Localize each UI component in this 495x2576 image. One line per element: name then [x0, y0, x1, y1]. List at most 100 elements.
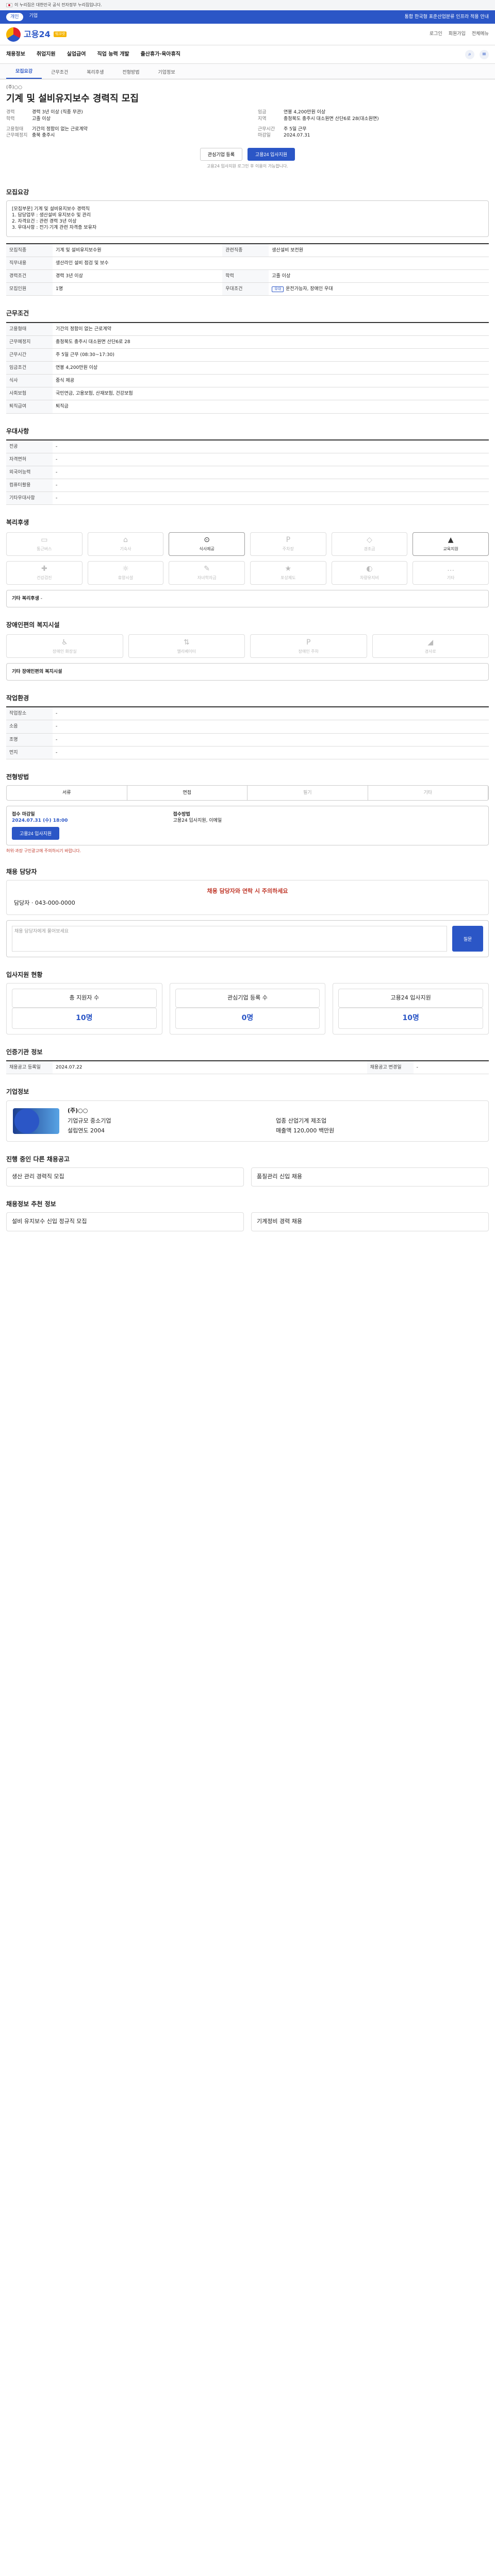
label-workplace: 근무예정지	[6, 132, 28, 138]
related-card[interactable]: 설비 유지보수 신입 정규직 모집	[6, 1212, 244, 1232]
menu-icon[interactable]: ≡	[480, 49, 489, 59]
welfare-label: 기숙사	[120, 547, 131, 552]
topbar-notice-link[interactable]: 통합 한국형 표준산업분류 인프라 적용 안내	[405, 14, 489, 20]
qa-textarea[interactable]: 채용 담당자에게 물어보세요	[12, 926, 447, 952]
corp-section: 기업정보 (주)○○ 기업규모 중소기업 업종 산업기계 제조업 설립연도 20…	[6, 1088, 489, 1142]
row-value: 충청북도 충주시 대소원면 산단6로 28	[53, 335, 489, 349]
row-value: 주 5일 근무 (08:30~17:30)	[53, 348, 489, 362]
row-value: -	[53, 479, 489, 493]
corp-label: 매출액	[276, 1127, 292, 1134]
nav-item-jobs[interactable]: 채용정보	[6, 51, 25, 58]
site-logo[interactable]: 고용24 워크넷	[6, 27, 67, 42]
welfare-icon-grid: ▭ 통근버스 ⌂ 기숙사 ⊙ 식사제공 P 주차장 ◇ 경조금 ▲ 교육지원 ✚ 건강검진 ☼…	[6, 532, 489, 585]
welfare-item: ⊙ 식사제공	[169, 532, 245, 556]
table-row: 임금조건 연봉 4,200만원 이상	[6, 361, 489, 375]
company-logo	[13, 1108, 59, 1134]
process-step: 서류	[7, 786, 127, 801]
row-value: 고졸 이상	[269, 269, 489, 283]
stat-card: 관심기업 등록 수 0명	[169, 983, 326, 1035]
disability-item: ⇅ 엘리베이터	[128, 634, 245, 658]
apply-button[interactable]: 고용24 입사지원	[247, 148, 295, 161]
welfare-item: ✎ 자녀학자금	[169, 561, 245, 585]
row-value: 생산설비 보전원	[269, 243, 489, 257]
row-label: 기타우대사항	[6, 492, 53, 505]
table-row: 조명 -	[6, 733, 489, 747]
tab-welfare[interactable]: 복리후생	[77, 66, 113, 79]
table-row: 경력조건 경력 3년 이상 학력 고졸 이상	[6, 269, 489, 283]
contact-box: 채용 담당자와 연락 시 주의하세요 담당자 · 043-000-0000	[6, 880, 489, 916]
recruit-desc-line: 2. 자격요건 : 관련 경력 3년 이상	[12, 219, 77, 225]
row-value: -	[53, 746, 489, 759]
preference-section: 우대사항 전공 - 자격면허 - 외국어능력 - 컴퓨터활용 - 기타우대사항 -	[6, 427, 489, 505]
top-bar: 개인 기업 통합 한국형 표준산업분류 인프라 적용 안내	[0, 10, 495, 24]
education-icon: ▲	[448, 536, 454, 545]
welfare-item: P 주차장	[250, 532, 326, 556]
login-link[interactable]: 로그인	[430, 31, 442, 37]
company-name[interactable]: (주)○○	[6, 84, 489, 91]
tab-company[interactable]: 기업	[29, 13, 38, 21]
nav-item-leave[interactable]: 출산휴가·육아휴직	[141, 51, 180, 58]
row-label: 관련직종	[222, 243, 269, 257]
apply-button-2[interactable]: 고용24 입사지원	[12, 827, 60, 840]
parking-icon: P	[286, 536, 291, 545]
bus-icon: ▭	[41, 536, 48, 545]
row-label: 근무예정지	[6, 335, 53, 349]
disability-label: 장애인 화장실	[52, 649, 77, 654]
related-list: 설비 유지보수 신입 정규직 모집 기계정비 경력 채용	[6, 1212, 489, 1232]
nav-item-training[interactable]: 직업 능력 개발	[97, 51, 129, 58]
table-row: 모집인원 1명 우대조건 우대 운전가능자, 장애인 우대	[6, 282, 489, 296]
tab-recruit[interactable]: 모집요강	[6, 65, 42, 79]
job-card[interactable]: 품질관리 신입 채용	[251, 1167, 489, 1187]
row-value: 기계 및 설비유지보수원	[53, 243, 223, 257]
contact-title: 채용 담당자	[6, 868, 37, 876]
section-tabs: 모집요강 근무조건 복리후생 전형방법 기업정보	[0, 64, 495, 79]
tab-conditions[interactable]: 근무조건	[42, 66, 77, 79]
table-row: 식사 중식 제공	[6, 374, 489, 388]
health-icon: ✚	[41, 565, 47, 573]
gov-banner: 이 누리집은 대한민국 공식 전자정부 누리집입니다.	[0, 0, 495, 10]
corp-name[interactable]: (주)○○	[68, 1107, 88, 1114]
reginfo-section: 인증기관 정보 채용공고 등록일 2024.07.22 채용공고 변경일 -	[6, 1048, 489, 1075]
table-row: 모집직종 기계 및 설비유지보수원 관련직종 생산설비 보전원	[6, 243, 489, 257]
dorm-icon: ⌂	[123, 536, 128, 545]
row-label: 작업장소	[6, 707, 53, 721]
row-label: 채용공고 변경일	[367, 1061, 414, 1075]
disability-icon-grid: ♿ 장애인 화장실 ⇅ 엘리베이터 P 장애인 주차 ◢ 경사로	[6, 634, 489, 658]
value-career: 경력 3년 이상 (직종 무관)	[32, 110, 83, 115]
row-label: 채용공고 등록일	[6, 1061, 53, 1075]
recruit-desc-line: 3. 우대사항 : 전기·기계 관련 자격증 보유자	[12, 225, 97, 231]
all-menu-link[interactable]: 전체메뉴	[472, 31, 489, 37]
resort-icon: ☼	[122, 565, 129, 573]
signup-link[interactable]: 회원가입	[449, 31, 466, 37]
label-salary: 임금	[258, 110, 267, 115]
scrap-button[interactable]: 관심기업 등록	[200, 148, 242, 161]
welfare-label: 경조금	[364, 547, 375, 552]
stat-card: 총 지원자 수 10명	[6, 983, 162, 1035]
disability-label: 엘리베이터	[177, 649, 196, 654]
label-hours: 근무시간	[258, 126, 275, 132]
row-label: 우대조건	[222, 282, 269, 296]
tab-company[interactable]: 기업정보	[149, 66, 185, 79]
reginfo-table: 채용공고 등록일 2024.07.22 채용공고 변경일 -	[6, 1060, 489, 1075]
process-step: 면접	[127, 786, 248, 801]
tag-text: 운전가능자, 장애인 우대	[286, 286, 333, 292]
etc-icon: …	[447, 565, 455, 573]
nav-item-employment[interactable]: 취업지원	[37, 51, 56, 58]
table-row: 컴퓨터활용 -	[6, 479, 489, 493]
deadline-box: 접수 마감일 2024.07.31 (수) 18:00 고용24 입사지원 접수…	[6, 806, 489, 846]
nav-item-unemployment[interactable]: 실업급여	[67, 51, 86, 58]
tab-individual[interactable]: 개인	[6, 12, 23, 22]
welfare-item: … 기타	[412, 561, 489, 585]
row-value: -	[53, 439, 489, 453]
related-section: 채용정보 추천 정보 설비 유지보수 신입 정규직 모집 기계정비 경력 채용	[6, 1200, 489, 1232]
job-card[interactable]: 생산 관리 경력직 모집	[6, 1167, 244, 1187]
conditions-title: 근무조건	[6, 310, 29, 317]
welfare-label: 식사제공	[199, 547, 214, 552]
search-icon[interactable]: ⌕	[465, 49, 474, 59]
other-jobs-list: 생산 관리 경력직 모집 품질관리 신입 채용	[6, 1167, 489, 1187]
related-card[interactable]: 기계정비 경력 채용	[251, 1212, 489, 1232]
welfare-label: 건강검진	[37, 575, 52, 581]
table-row: 근무예정지 충청북도 충주시 대소원면 산단6로 28	[6, 335, 489, 349]
qa-submit-button[interactable]: 질문	[452, 926, 483, 952]
tab-process[interactable]: 전형방법	[113, 66, 148, 79]
